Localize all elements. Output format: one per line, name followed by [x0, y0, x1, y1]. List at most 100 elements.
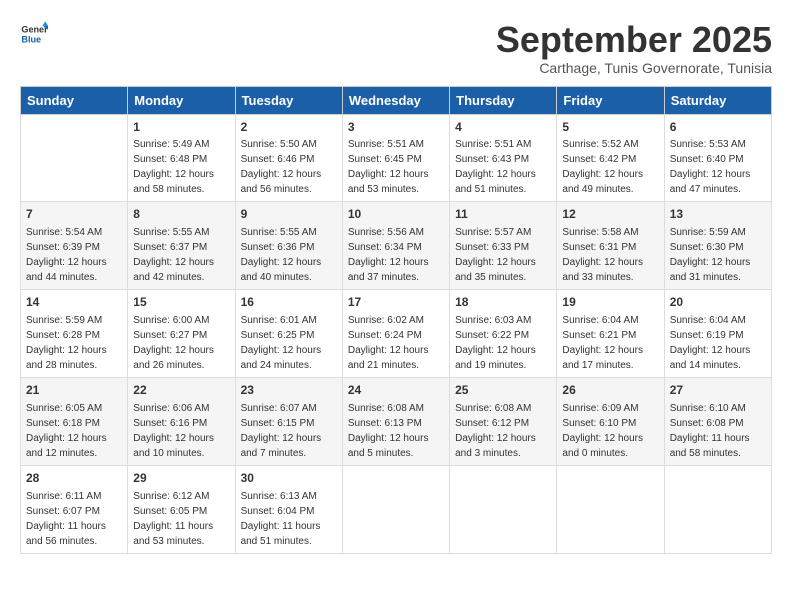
day-info: Sunrise: 6:13 AMSunset: 6:04 PMDaylight:… — [241, 489, 337, 549]
day-number: 24 — [348, 382, 444, 399]
calendar-cell — [450, 465, 557, 553]
calendar-cell: 6Sunrise: 5:53 AMSunset: 6:40 PMDaylight… — [664, 114, 771, 202]
day-info: Sunrise: 5:51 AMSunset: 6:43 PMDaylight:… — [455, 137, 551, 197]
day-number: 1 — [133, 119, 229, 136]
day-number: 30 — [241, 470, 337, 487]
day-number: 18 — [455, 294, 551, 311]
day-info: Sunrise: 6:06 AMSunset: 6:16 PMDaylight:… — [133, 401, 229, 461]
day-info: Sunrise: 5:49 AMSunset: 6:48 PMDaylight:… — [133, 137, 229, 197]
calendar-cell: 25 Sunrise: 6:08 AMSunset: 6:12 PMDayligh… — [450, 377, 557, 465]
calendar-cell — [342, 465, 449, 553]
calendar-cell: 24 Sunrise: 6:08 AMSunset: 6:13 PMDayligh… — [342, 377, 449, 465]
day-number: 10 — [348, 206, 444, 223]
calendar-cell: 10Sunrise: 5:56 AMSunset: 6:34 PMDayligh… — [342, 202, 449, 290]
day-number: 2 — [241, 119, 337, 136]
day-number: 14 — [26, 294, 122, 311]
day-info: Sunrise: 6:02 AMSunset: 6:24 PMDaylight:… — [348, 313, 444, 373]
day-info: Sunrise: 5:53 AMSunset: 6:40 PMDaylight:… — [670, 137, 766, 197]
calendar-header: Sunday Monday Tuesday Wednesday Thursday… — [21, 86, 772, 114]
day-number: 11 — [455, 206, 551, 223]
day-info: Sunrise: 6:03 AMSunset: 6:22 PMDaylight:… — [455, 313, 551, 373]
calendar-cell: 23 Sunrise: 6:07 AMSunset: 6:15 PMDayligh… — [235, 377, 342, 465]
day-number: 3 — [348, 119, 444, 136]
day-info: Sunrise: 6:07 AMSunset: 6:15 PMDaylight:… — [241, 401, 337, 461]
day-number: 16 — [241, 294, 337, 311]
day-info: Sunrise: 6:08 AMSunset: 6:12 PMDaylight:… — [455, 401, 551, 461]
calendar-cell — [21, 114, 128, 202]
calendar-cell: 9Sunrise: 5:55 AMSunset: 6:36 PMDaylight… — [235, 202, 342, 290]
day-number: 20 — [670, 294, 766, 311]
calendar-cell: 22Sunrise: 6:06 AMSunset: 6:16 PMDayligh… — [128, 377, 235, 465]
day-number: 5 — [562, 119, 658, 136]
calendar-cell: 19Sunrise: 6:04 AMSunset: 6:21 PMDayligh… — [557, 290, 664, 378]
day-number: 17 — [348, 294, 444, 311]
day-info: Sunrise: 6:12 AMSunset: 6:05 PMDaylight:… — [133, 489, 229, 549]
day-info: Sunrise: 5:57 AMSunset: 6:33 PMDaylight:… — [455, 225, 551, 285]
calendar-cell — [664, 465, 771, 553]
day-info: Sunrise: 5:58 AMSunset: 6:31 PMDaylight:… — [562, 225, 658, 285]
calendar-table: Sunday Monday Tuesday Wednesday Thursday… — [20, 86, 772, 554]
day-number: 7 — [26, 206, 122, 223]
day-info: Sunrise: 6:05 AMSunset: 6:18 PMDaylight:… — [26, 401, 122, 461]
calendar-cell: 29 Sunrise: 6:12 AMSunset: 6:05 PMDayligh… — [128, 465, 235, 553]
day-number: 8 — [133, 206, 229, 223]
calendar-cell: 5Sunrise: 5:52 AMSunset: 6:42 PMDaylight… — [557, 114, 664, 202]
day-number: 23 — [241, 382, 337, 399]
day-number: 27 — [670, 382, 766, 399]
calendar-cell: 21 Sunrise: 6:05 AMSunset: 6:18 PMDayligh… — [21, 377, 128, 465]
header-wednesday: Wednesday — [342, 86, 449, 114]
day-info: Sunrise: 6:11 AMSunset: 6:07 PMDaylight:… — [26, 489, 122, 549]
day-number: 26 — [562, 382, 658, 399]
day-info: Sunrise: 6:00 AMSunset: 6:27 PMDaylight:… — [133, 313, 229, 373]
page-header: General Blue September 2025 Carthage, Tu… — [20, 20, 772, 76]
calendar-cell: 20 Sunrise: 6:04 AMSunset: 6:19 PMDayligh… — [664, 290, 771, 378]
calendar-cell: 14Sunrise: 5:59 AMSunset: 6:28 PMDayligh… — [21, 290, 128, 378]
calendar-cell: 27 Sunrise: 6:10 AMSunset: 6:08 PMDayligh… — [664, 377, 771, 465]
calendar-week-row: 21 Sunrise: 6:05 AMSunset: 6:18 PMDayligh… — [21, 377, 772, 465]
calendar-cell: 30 Sunrise: 6:13 AMSunset: 6:04 PMDayligh… — [235, 465, 342, 553]
day-info: Sunrise: 6:10 AMSunset: 6:08 PMDaylight:… — [670, 401, 766, 461]
location-subtitle: Carthage, Tunis Governorate, Tunisia — [496, 60, 772, 76]
day-info: Sunrise: 6:01 AMSunset: 6:25 PMDaylight:… — [241, 313, 337, 373]
calendar-cell: 3Sunrise: 5:51 AMSunset: 6:45 PMDaylight… — [342, 114, 449, 202]
calendar-cell: 11 Sunrise: 5:57 AMSunset: 6:33 PMDayligh… — [450, 202, 557, 290]
calendar-week-row: 7Sunrise: 5:54 AMSunset: 6:39 PMDaylight… — [21, 202, 772, 290]
logo-icon: General Blue — [20, 20, 48, 48]
day-number: 28 — [26, 470, 122, 487]
day-number: 15 — [133, 294, 229, 311]
header-friday: Friday — [557, 86, 664, 114]
calendar-cell: 2Sunrise: 5:50 AMSunset: 6:46 PMDaylight… — [235, 114, 342, 202]
day-number: 29 — [133, 470, 229, 487]
calendar-week-row: 28 Sunrise: 6:11 AMSunset: 6:07 PMDayligh… — [21, 465, 772, 553]
day-number: 25 — [455, 382, 551, 399]
day-info: Sunrise: 5:50 AMSunset: 6:46 PMDaylight:… — [241, 137, 337, 197]
header-saturday: Saturday — [664, 86, 771, 114]
calendar-cell: 7Sunrise: 5:54 AMSunset: 6:39 PMDaylight… — [21, 202, 128, 290]
calendar-cell: 17 Sunrise: 6:02 AMSunset: 6:24 PMDayligh… — [342, 290, 449, 378]
day-info: Sunrise: 5:55 AMSunset: 6:36 PMDaylight:… — [241, 225, 337, 285]
day-info: Sunrise: 6:04 AMSunset: 6:21 PMDaylight:… — [562, 313, 658, 373]
calendar-cell: 8 Sunrise: 5:55 AMSunset: 6:37 PMDaylight… — [128, 202, 235, 290]
svg-text:Blue: Blue — [21, 34, 41, 44]
header-sunday: Sunday — [21, 86, 128, 114]
header-tuesday: Tuesday — [235, 86, 342, 114]
day-number: 21 — [26, 382, 122, 399]
calendar-cell: 15 Sunrise: 6:00 AMSunset: 6:27 PMDayligh… — [128, 290, 235, 378]
calendar-cell: 12 Sunrise: 5:58 AMSunset: 6:31 PMDayligh… — [557, 202, 664, 290]
calendar-week-row: 14Sunrise: 5:59 AMSunset: 6:28 PMDayligh… — [21, 290, 772, 378]
month-title: September 2025 — [496, 20, 772, 60]
day-info: Sunrise: 5:51 AMSunset: 6:45 PMDaylight:… — [348, 137, 444, 197]
day-info: Sunrise: 6:09 AMSunset: 6:10 PMDaylight:… — [562, 401, 658, 461]
day-info: Sunrise: 5:52 AMSunset: 6:42 PMDaylight:… — [562, 137, 658, 197]
day-number: 4 — [455, 119, 551, 136]
day-number: 6 — [670, 119, 766, 136]
calendar-week-row: 1Sunrise: 5:49 AMSunset: 6:48 PMDaylight… — [21, 114, 772, 202]
header-thursday: Thursday — [450, 86, 557, 114]
day-info: Sunrise: 6:04 AMSunset: 6:19 PMDaylight:… — [670, 313, 766, 373]
calendar-cell: 16 Sunrise: 6:01 AMSunset: 6:25 PMDayligh… — [235, 290, 342, 378]
day-info: Sunrise: 6:08 AMSunset: 6:13 PMDaylight:… — [348, 401, 444, 461]
day-info: Sunrise: 5:55 AMSunset: 6:37 PMDaylight:… — [133, 225, 229, 285]
logo: General Blue — [20, 20, 48, 48]
calendar-cell: 13Sunrise: 5:59 AMSunset: 6:30 PMDayligh… — [664, 202, 771, 290]
day-number: 12 — [562, 206, 658, 223]
